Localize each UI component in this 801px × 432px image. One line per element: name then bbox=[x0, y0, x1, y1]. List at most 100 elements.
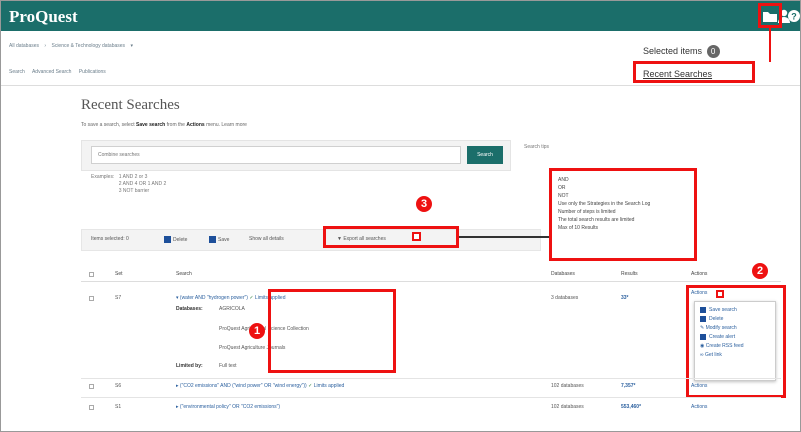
examples-list: 1 AND 2 or 3 2 AND 4 OR 1 AND 2 3 NOT ba… bbox=[119, 174, 167, 195]
menu-label: Modify search bbox=[705, 325, 737, 331]
chevron-down-icon[interactable]: ▾ bbox=[176, 295, 179, 301]
nav-search[interactable]: Search bbox=[9, 69, 25, 75]
row-set: S6 bbox=[115, 383, 122, 389]
chevron-down-icon[interactable]: ▾ bbox=[130, 43, 133, 49]
delete-label: Delete bbox=[173, 236, 188, 243]
row-databases: 102 databases bbox=[551, 383, 584, 389]
highlight-query-details bbox=[268, 289, 396, 373]
highlight-actions-marker bbox=[716, 290, 724, 298]
menu-create-rss[interactable]: ◉ Create RSS feed bbox=[700, 342, 770, 351]
database-item: AGRICOLA bbox=[219, 306, 245, 312]
results-toolbar bbox=[81, 229, 541, 251]
save-icon bbox=[700, 306, 706, 313]
chevron-right-icon[interactable]: ▸ bbox=[176, 404, 179, 410]
search-button[interactable]: Search bbox=[467, 146, 503, 164]
chevron-right-icon[interactable]: ▸ bbox=[176, 383, 179, 389]
top-bar bbox=[1, 1, 800, 31]
limits-applied: Limits applied bbox=[313, 383, 345, 389]
menu-label: Save search bbox=[709, 307, 737, 313]
nav-advanced-search[interactable]: Advanced Search bbox=[32, 69, 71, 75]
menu-modify-search[interactable]: ✎ Modify search bbox=[700, 324, 770, 333]
table-row-query[interactable]: ▸ ("CO2 emissions" AND ("wind power" OR … bbox=[176, 383, 344, 389]
header-search: Search bbox=[176, 271, 192, 277]
tip-line: OR bbox=[558, 185, 566, 191]
limited-by-label: Limited by: bbox=[176, 363, 203, 369]
intro-save-search: Save search bbox=[136, 122, 166, 128]
limited-by-value: Full text bbox=[219, 363, 237, 369]
query-text[interactable]: (water AND "hydrogen power") bbox=[180, 295, 248, 301]
header-results: Results bbox=[621, 271, 638, 277]
row-databases: 102 databases bbox=[551, 404, 584, 410]
row-checkbox[interactable] bbox=[89, 296, 94, 301]
save-button[interactable]: Save bbox=[209, 236, 229, 243]
menu-create-alert[interactable]: Create alert bbox=[700, 333, 770, 342]
row-actions-button[interactable]: Actions bbox=[691, 404, 707, 410]
intro-actions: Actions bbox=[186, 122, 205, 128]
header-divider bbox=[1, 85, 800, 86]
tip-line: Use only the Strategies in the Search Lo… bbox=[558, 201, 651, 207]
actions-dropdown-menu: Save search Delete ✎ Modify search Creat… bbox=[694, 301, 776, 381]
search-tips-link[interactable]: Search tips bbox=[524, 144, 549, 150]
row-actions-button[interactable]: Actions bbox=[691, 383, 707, 389]
proquest-logo[interactable]: ProQuest bbox=[9, 7, 78, 27]
alert-icon bbox=[700, 333, 706, 340]
header-databases: Databases bbox=[551, 271, 575, 277]
breadcrumb-sci-tech[interactable]: Science & Technology databases bbox=[51, 43, 125, 49]
query-text[interactable]: ("environmental policy" OR "CO2 emission… bbox=[180, 404, 280, 410]
highlight-export bbox=[323, 226, 459, 248]
breadcrumb: All databases › Science & Technology dat… bbox=[9, 43, 137, 49]
combine-searches-input[interactable] bbox=[91, 146, 461, 164]
menu-label: Create alert bbox=[709, 334, 736, 340]
page-title: Recent Searches bbox=[81, 97, 180, 113]
query-text[interactable]: ("CO2 emissions" AND ("wind power" OR "w… bbox=[180, 383, 307, 389]
highlight-recent-searches bbox=[633, 61, 755, 83]
row-results[interactable]: 7,357* bbox=[621, 383, 635, 389]
check-icon: ✓ bbox=[249, 295, 254, 301]
tip-line: The total search results are limited bbox=[558, 217, 635, 223]
row-checkbox[interactable] bbox=[89, 405, 94, 410]
search-tips-popup: AND OR NOT Use only the Strategies in th… bbox=[549, 168, 697, 261]
check-icon: ✓ bbox=[308, 383, 313, 389]
databases-label-text: Databases: bbox=[176, 306, 203, 312]
breadcrumb-separator: › bbox=[44, 43, 47, 49]
nav-publications[interactable]: Publications bbox=[79, 69, 106, 75]
search-examples: Examples: 1 AND 2 or 3 2 AND 4 OR 1 AND … bbox=[91, 174, 166, 195]
help-icon[interactable]: ? bbox=[787, 7, 800, 25]
row-checkbox[interactable] bbox=[89, 384, 94, 389]
intro-prefix: To save a search, select bbox=[81, 122, 135, 128]
row-divider bbox=[81, 378, 781, 379]
row-results[interactable]: 33* bbox=[621, 295, 629, 301]
svg-text:?: ? bbox=[791, 12, 797, 22]
table-row-query[interactable]: ▸ ("environmental policy" OR "CO2 emissi… bbox=[176, 404, 280, 410]
selected-items[interactable]: Selected items 0 bbox=[643, 45, 720, 58]
tip-line: AND bbox=[558, 177, 569, 183]
row-databases: 3 databases bbox=[551, 295, 579, 301]
selected-items-label: Selected items bbox=[643, 45, 703, 56]
header-set[interactable]: Set bbox=[115, 271, 123, 277]
header-actions: Actions bbox=[691, 271, 708, 277]
row-divider bbox=[81, 397, 781, 398]
delete-icon bbox=[164, 236, 171, 243]
menu-save-search[interactable]: Save search bbox=[700, 306, 770, 315]
highlight-export-marker bbox=[412, 232, 421, 241]
row-results[interactable]: 553,460* bbox=[621, 404, 641, 410]
callout-badge-3: 3 bbox=[416, 196, 432, 212]
databases-label: Databases: bbox=[176, 306, 203, 312]
tip-line: NOT bbox=[558, 193, 569, 199]
row-set: S7 bbox=[115, 295, 122, 301]
show-all-details-button[interactable]: Show all details bbox=[249, 236, 284, 242]
menu-delete[interactable]: Delete bbox=[700, 315, 770, 324]
menu-label: Delete bbox=[709, 316, 724, 322]
example-2: 2 AND 4 OR 1 AND 2 bbox=[118, 181, 167, 187]
row-set: S1 bbox=[115, 404, 122, 410]
highlight-connector-3 bbox=[459, 236, 549, 238]
menu-get-link[interactable]: ∞ Get link bbox=[700, 351, 770, 360]
save-label: Save bbox=[218, 236, 230, 243]
menu-label: Get link bbox=[704, 352, 722, 358]
examples-label: Examples: bbox=[91, 174, 115, 180]
breadcrumb-all-databases[interactable]: All databases bbox=[9, 43, 39, 49]
delete-button[interactable]: Delete bbox=[164, 236, 187, 243]
select-all-checkbox[interactable] bbox=[89, 272, 94, 277]
callout-badge-1: 1 bbox=[249, 323, 265, 339]
intro-learn-more[interactable]: menu. Learn more bbox=[206, 122, 247, 128]
